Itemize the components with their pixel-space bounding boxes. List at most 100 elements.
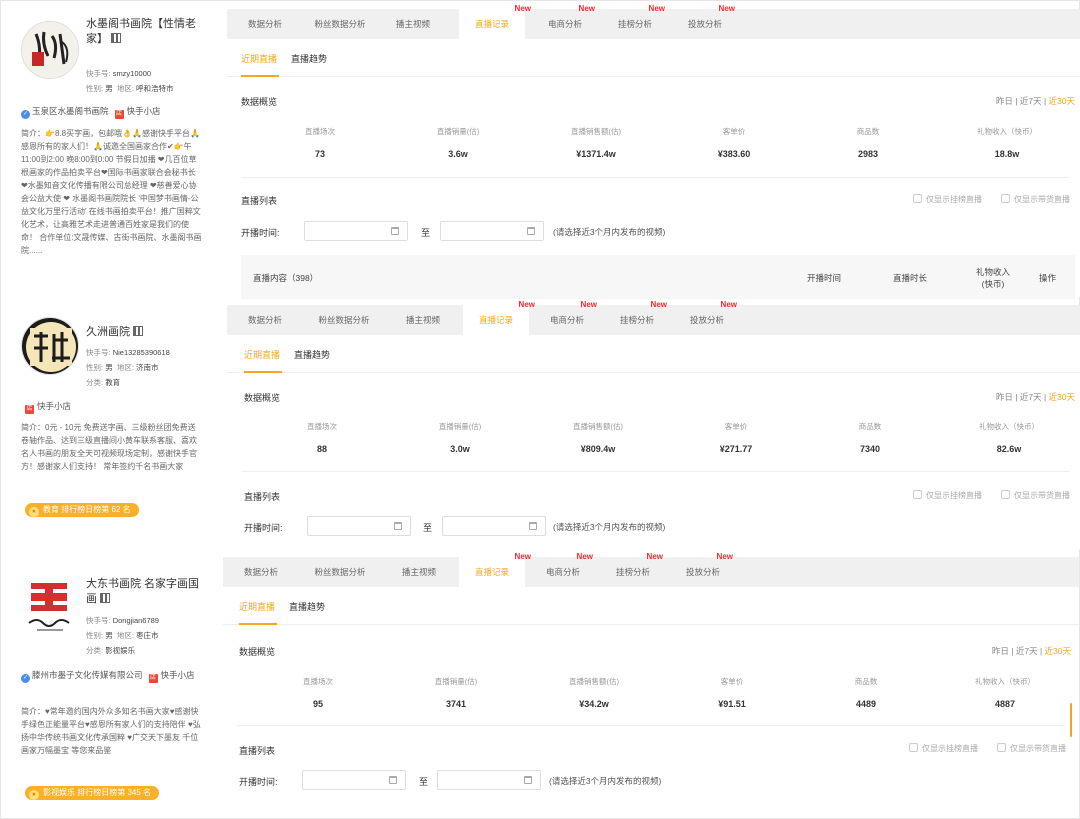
tab-data-analysis[interactable]: 数据分析 — [241, 305, 289, 335]
account-id: Dongjian6789 — [112, 616, 159, 625]
shop-link[interactable]: 快手小店 — [161, 670, 195, 680]
range-7d[interactable]: 近7天 — [1020, 96, 1042, 106]
tab-ranking[interactable]: 挂榜分析 New — [613, 300, 667, 335]
stat-avg-price: 客单价 ¥271.77 — [719, 422, 753, 454]
tab-videos[interactable]: 播主视频 — [393, 557, 445, 587]
checkbox-goods-live[interactable]: 仅显示带货直播 — [1001, 490, 1070, 501]
end-date-input[interactable] — [440, 221, 544, 241]
checkbox-box[interactable] — [1001, 490, 1010, 499]
qrcode-icon[interactable] — [133, 326, 143, 336]
checkbox-box[interactable] — [997, 743, 1006, 752]
subtab-recent-live[interactable]: 近期直播 — [239, 600, 275, 613]
end-date-input[interactable] — [437, 770, 541, 790]
checkbox-hang-live[interactable]: 仅显示挂榜直播 — [913, 194, 982, 205]
to-label: 至 — [419, 777, 429, 787]
end-date-input[interactable] — [442, 516, 546, 536]
tab-ranking[interactable]: 挂榜分析 New — [611, 4, 665, 39]
tab-fans-analysis[interactable]: 粉丝数据分析 — [303, 557, 377, 587]
checkbox-box[interactable] — [913, 490, 922, 499]
checkbox-box[interactable] — [909, 743, 918, 752]
subtab-recent-live[interactable]: 近期直播 — [241, 52, 277, 65]
subtab-live-trend[interactable]: 直播趋势 — [291, 52, 327, 65]
divider — [241, 471, 1069, 472]
tab-fans-analysis[interactable]: 粉丝数据分析 — [303, 9, 377, 39]
profile-card: 水墨阁书画院【性情老家】 快手号: smzy10000 性别: 男 地区: 呼和… — [11, 9, 211, 297]
avatar[interactable] — [21, 579, 79, 637]
stat-products: 商品数 7340 — [858, 422, 882, 454]
tab-live-records[interactable]: 直播记录 New — [463, 300, 535, 335]
stat-revenue: 直播销售额(估) ¥1371.4w — [571, 127, 621, 159]
range-selector: 昨日 | 近7天 | 近30天 — [996, 95, 1075, 107]
start-date-input[interactable] — [304, 221, 408, 241]
verified-org: 滕州市墨子文化传媒有限公司 — [32, 670, 143, 680]
new-tag: New — [514, 552, 531, 561]
region-value: 枣庄市 — [136, 631, 159, 640]
calendar-icon — [527, 227, 535, 235]
tab-live-records[interactable]: 直播记录 New — [459, 4, 531, 39]
start-date-input[interactable] — [307, 516, 411, 536]
tab-ecommerce[interactable]: 电商分析 New — [541, 4, 595, 39]
subtab-recent-live[interactable]: 近期直播 — [244, 348, 280, 361]
avatar[interactable] — [21, 21, 79, 79]
subtab-live-trend[interactable]: 直播趋势 — [289, 600, 325, 613]
tab-data-analysis[interactable]: 数据分析 — [241, 9, 289, 39]
new-tag: New — [646, 552, 663, 561]
shop-link[interactable]: 快手小店 — [37, 401, 71, 411]
start-date-input[interactable] — [302, 770, 406, 790]
account-name[interactable]: 大东书画院 名家字画国画 — [86, 577, 204, 607]
range-yesterday[interactable]: 昨日 — [996, 392, 1013, 402]
range-30d[interactable]: 近30天 — [1049, 392, 1075, 402]
qrcode-icon[interactable] — [111, 33, 121, 43]
tab-ranking[interactable]: 挂榜分析 New — [609, 552, 663, 587]
range-sep: | — [1043, 392, 1047, 402]
time-label: 开播时间: — [244, 523, 283, 533]
id-label: 快手号: — [86, 348, 111, 357]
bio-text: 简介：👉8.8买字画，包邮哦👌🙏感谢快手平台🙏感恩所有的家人们！🙏诚邀全国画家合… — [21, 129, 202, 255]
checkbox-hang-live[interactable]: 仅显示挂榜直播 — [913, 490, 982, 501]
checkbox-box[interactable] — [913, 194, 922, 203]
th-gifts[interactable]: 礼物收入 (快币) — [971, 266, 1015, 290]
range-yesterday[interactable]: 昨日 — [996, 96, 1013, 106]
id-label: 快手号: — [86, 69, 111, 78]
calendar-icon — [391, 227, 399, 235]
tab-videos[interactable]: 播主视频 — [387, 9, 439, 39]
account-name[interactable]: 水墨阁书画院【性情老家】 — [86, 17, 204, 47]
qrcode-icon[interactable] — [100, 593, 110, 603]
rank-badge[interactable]: ★ 影视娱乐 排行榜日榜第 345 名 — [25, 786, 160, 800]
th-duration[interactable]: 直播时长 — [893, 272, 927, 284]
verify-line: ✓ 滕州市墨子文化传媒有限公司店快手小店 — [21, 669, 205, 683]
tab-ads[interactable]: 投放分析 New — [683, 300, 737, 335]
sub-tabs: 近期直播 直播趋势 — [227, 39, 1080, 77]
range-30d[interactable]: 近30天 — [1049, 96, 1075, 106]
checkbox-goods-live[interactable]: 仅显示带货直播 — [1001, 194, 1070, 205]
range-yesterday[interactable]: 昨日 — [992, 646, 1009, 656]
tab-bar: 数据分析 粉丝数据分析 播主视频 直播记录 New 电商分析 New 挂榜分析 New… — [227, 4, 1080, 39]
scrollbar-thumb[interactable] — [1070, 703, 1072, 737]
subtab-live-trend[interactable]: 直播趋势 — [294, 348, 330, 361]
tab-ecommerce[interactable]: 电商分析 New — [543, 300, 597, 335]
verify-line: ✓ 玉泉区水墨阁书画院店快手小店 — [21, 105, 161, 119]
detail-panel: 数据分析 粉丝数据分析 播主视频 直播记录 New 电商分析 New 挂榜分析 New… — [227, 300, 1080, 549]
tab-videos[interactable]: 播主视频 — [397, 305, 449, 335]
tab-ads[interactable]: 投放分析 New — [679, 552, 733, 587]
checkbox-hang-live[interactable]: 仅显示挂榜直播 — [909, 743, 978, 754]
account-name[interactable]: 久洲画院 — [86, 325, 204, 340]
checkbox-box[interactable] — [1001, 194, 1010, 203]
tab-fans-analysis[interactable]: 粉丝数据分析 — [307, 305, 381, 335]
th-start-time[interactable]: 开播时间 — [807, 272, 841, 284]
avatar[interactable] — [21, 317, 79, 375]
tab-live-records[interactable]: 直播记录 New — [459, 552, 531, 587]
range-7d[interactable]: 近7天 — [1020, 392, 1042, 402]
checkbox-goods-live[interactable]: 仅显示带货直播 — [997, 743, 1066, 754]
rank-badge[interactable]: ★ 教育 排行榜日榜第 62 名 — [25, 503, 139, 517]
shop-link[interactable]: 快手小店 — [127, 106, 161, 116]
tab-ecommerce[interactable]: 电商分析 New — [539, 552, 593, 587]
range-30d[interactable]: 近30天 — [1045, 646, 1071, 656]
stat-gifts: 礼物收入（快币） 4887 — [975, 677, 1035, 709]
verified-org: 玉泉区水墨阁书画院 — [32, 106, 109, 116]
tab-data-analysis[interactable]: 数据分析 — [237, 557, 285, 587]
verified-icon: ✓ — [21, 674, 30, 683]
range-selector: 昨日 | 近7天 | 近30天 — [992, 645, 1071, 657]
tab-ads[interactable]: 投放分析 New — [681, 4, 735, 39]
range-7d[interactable]: 近7天 — [1016, 646, 1038, 656]
